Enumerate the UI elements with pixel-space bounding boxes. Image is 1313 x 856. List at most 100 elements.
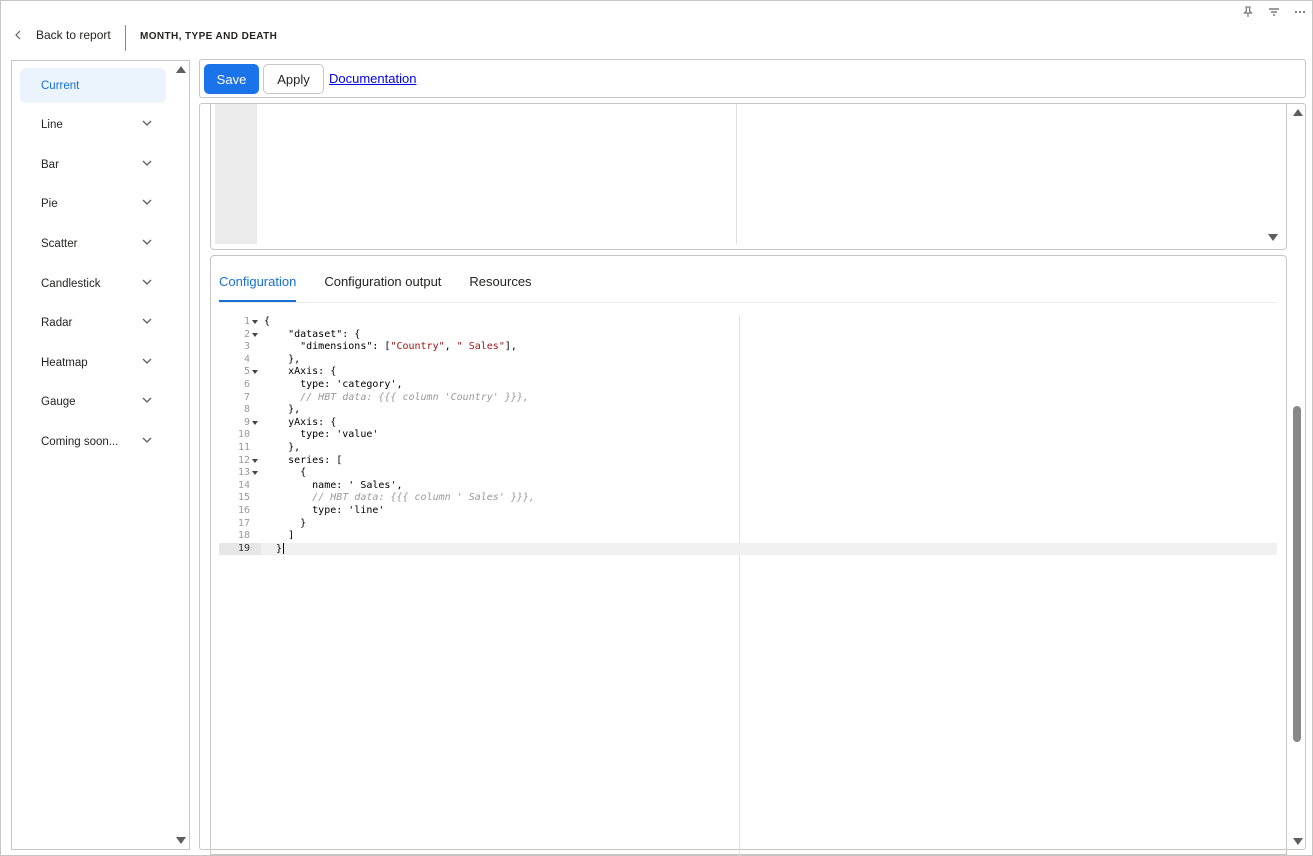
code-text: ]	[264, 530, 295, 542]
editor-container: Configuration Configuration output Resou…	[199, 103, 1306, 856]
fold-arrow-icon[interactable]	[252, 320, 258, 324]
sidebar-item-gauge[interactable]: Gauge	[20, 384, 166, 419]
scroll-down-icon[interactable]	[176, 837, 186, 844]
sidebar-item-coming-soon[interactable]: Coming soon...	[20, 424, 166, 459]
code-text: },	[264, 353, 301, 365]
back-to-report-button[interactable]: Back to report	[14, 28, 111, 42]
sidebar-item-candlestick[interactable]: Candlestick	[20, 266, 166, 301]
sidebar-item-label: Coming soon...	[41, 435, 119, 448]
code-line[interactable]: 19 }	[219, 542, 1277, 556]
code-line[interactable]: 15 // HBT data: {{{ column ' Sales' }}},	[219, 492, 1277, 505]
fold-arrow-icon[interactable]	[252, 370, 258, 375]
apply-button[interactable]: Apply	[263, 64, 324, 94]
scroll-up-icon[interactable]	[1293, 109, 1303, 116]
code-line[interactable]: 10 type: 'value'	[219, 429, 1277, 442]
sidebar-item-label: Pie	[41, 197, 58, 210]
sidebar-item-label: Current	[41, 79, 80, 92]
code-line[interactable]: 7 // HBT data: {{{ column 'Country' }}},	[219, 392, 1277, 405]
line-number: 10	[237, 429, 250, 441]
code-line[interactable]: 13 {	[219, 467, 1277, 480]
code-line[interactable]: 2 "dataset": {	[219, 329, 1277, 342]
sidebar-item-label: Radar	[41, 316, 73, 329]
code-line[interactable]: 9 yAxis: {	[219, 417, 1277, 430]
fold-arrow-icon[interactable]	[252, 420, 258, 425]
sidebar-item-current[interactable]: Current	[20, 68, 166, 103]
tab-configuration[interactable]: Configuration	[219, 268, 297, 302]
sidebar-item-pie[interactable]: Pie	[20, 186, 166, 221]
chart-type-sidebar: Current Line Bar Pie Scatter Candlestick…	[11, 60, 190, 850]
more-icon[interactable]	[1293, 5, 1307, 19]
code-text: "dimensions": ["Country", " Sales"],	[264, 341, 517, 353]
preview-split-divider[interactable]	[736, 104, 737, 244]
page-title: MONTH, TYPE AND DEATH	[140, 31, 278, 42]
tab-configuration-output[interactable]: Configuration output	[324, 268, 441, 302]
line-number: 11	[237, 442, 250, 453]
preview-gutter	[215, 104, 257, 244]
code-line[interactable]: 16 type: 'line'	[219, 505, 1277, 518]
line-number: 4	[243, 353, 250, 365]
chevron-down-icon	[142, 120, 152, 126]
code-line[interactable]: 3 "dimensions": ["Country", " Sales"],	[219, 341, 1277, 354]
sidebar-item-bar[interactable]: Bar	[20, 147, 166, 182]
code-line[interactable]: 12 series: [	[219, 455, 1277, 468]
code-text: }	[264, 542, 285, 555]
filter-icon[interactable]	[1267, 5, 1281, 19]
code-text: // HBT data: {{{ column ' Sales' }}},	[312, 492, 535, 504]
tabs-underline	[219, 302, 1277, 303]
code-line[interactable]: 17 }	[219, 518, 1277, 531]
sidebar-item-radar[interactable]: Radar	[20, 305, 166, 340]
code-text: "dataset": {	[264, 328, 361, 340]
code-line[interactable]: 4 },	[219, 354, 1277, 367]
fold-arrow-icon[interactable]	[252, 332, 258, 337]
code-text: type: 'line'	[264, 505, 385, 516]
fold-arrow-icon[interactable]	[252, 458, 258, 463]
header-divider	[125, 25, 126, 51]
back-label: Back to report	[36, 28, 111, 42]
scroll-down-icon[interactable]	[1293, 838, 1303, 845]
line-number: 3	[243, 341, 250, 353]
line-number: 7	[243, 391, 250, 403]
code-line[interactable]: 8 },	[219, 404, 1277, 417]
chevron-down-icon	[142, 160, 152, 166]
documentation-link[interactable]: Documentation	[329, 71, 416, 86]
sidebar-item-line[interactable]: Line	[20, 107, 166, 142]
code-text: xAxis: {	[264, 366, 337, 378]
code-line[interactable]: 5 xAxis: {	[219, 366, 1277, 379]
code-text: type: 'value'	[264, 429, 379, 441]
code-text: },	[264, 442, 301, 453]
sidebar-item-scatter[interactable]: Scatter	[20, 226, 166, 261]
sidebar-scrollbar[interactable]	[175, 63, 187, 847]
code-editor[interactable]: 1{2 "dataset": {3 "dimensions": ["Countr…	[219, 316, 1277, 856]
line-number: 5	[243, 366, 250, 378]
sidebar-item-label: Bar	[41, 158, 59, 171]
main-scrollbar[interactable]	[1291, 104, 1305, 849]
scroll-down-icon[interactable]	[1268, 234, 1278, 241]
line-number: 18	[237, 530, 250, 542]
scroll-up-icon[interactable]	[176, 66, 186, 73]
fold-arrow-icon[interactable]	[252, 471, 258, 476]
save-button[interactable]: Save	[204, 64, 259, 94]
code-line[interactable]: 14 name: ' Sales',	[219, 480, 1277, 493]
code-line[interactable]: 6 type: 'category',	[219, 379, 1277, 392]
code-line[interactable]: 18 ]	[219, 530, 1277, 543]
sidebar-item-label: Gauge	[41, 395, 76, 408]
sidebar-item-heatmap[interactable]: Heatmap	[20, 345, 166, 380]
line-number: 12	[237, 454, 250, 466]
line-number: 14	[237, 479, 250, 491]
text-cursor	[283, 542, 285, 554]
code-text: }	[264, 517, 307, 529]
line-number: 6	[243, 379, 250, 390]
chevron-down-icon	[142, 279, 152, 285]
header: Back to report MONTH, TYPE AND DEATH	[0, 24, 1313, 52]
scrollbar-thumb[interactable]	[1293, 406, 1301, 742]
pin-icon[interactable]	[1241, 5, 1255, 19]
code-text: name: ' Sales',	[264, 479, 403, 491]
line-number: 13	[237, 467, 250, 479]
sidebar-item-label: Heatmap	[41, 356, 88, 369]
chevron-down-icon	[142, 318, 152, 324]
code-line[interactable]: 11 },	[219, 442, 1277, 455]
code-text: type: 'category',	[264, 379, 403, 390]
code-line[interactable]: 1{	[219, 316, 1277, 329]
tab-resources[interactable]: Resources	[469, 268, 531, 302]
code-text: {	[264, 467, 307, 479]
